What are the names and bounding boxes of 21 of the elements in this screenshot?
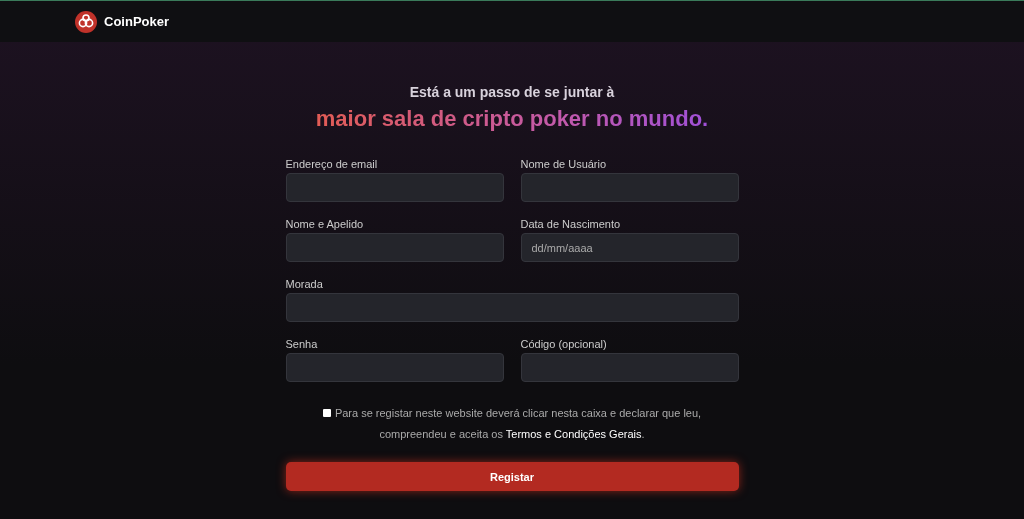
logo-text[interactable]: CoinPoker: [104, 14, 169, 29]
field-label: Nome de Usuário: [520, 158, 608, 170]
input-field[interactable]: [285, 353, 504, 382]
input-field[interactable]: [520, 353, 739, 382]
input-field[interactable]: [520, 173, 739, 202]
field-label: Senha: [285, 338, 319, 350]
field-label: Morada: [285, 278, 324, 290]
register-button[interactable]: Registar: [285, 462, 739, 491]
consent-text: Para se registar neste website deverá clicar nesta caixa e declarar que leu, compreendeu e aceita os Termos e Condições Gerais.: [334, 407, 702, 440]
field-label: Nome e Apelido: [285, 218, 365, 230]
field-label: Endereço de email: [285, 158, 379, 170]
terms-link[interactable]: Termos e Condições Gerais: [505, 428, 642, 440]
input-field[interactable]: [285, 173, 504, 202]
input-field[interactable]: [285, 293, 739, 322]
input-field[interactable]: [285, 233, 504, 262]
heading-intro: Está a um passo de se juntar à: [409, 84, 615, 100]
field-label: Data de Nascimento: [520, 218, 622, 230]
field-label: Código (opcional): [520, 338, 608, 350]
input-field[interactable]: dd/mm/aaaa: [520, 233, 739, 262]
logo-icon: [75, 10, 97, 33]
checkbox[interactable]: [322, 409, 331, 417]
